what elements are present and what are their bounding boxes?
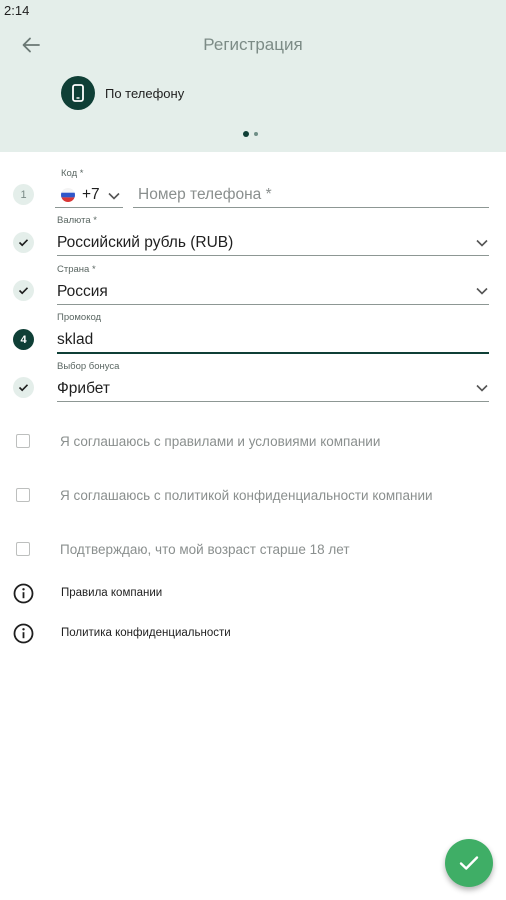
info-icon bbox=[13, 583, 34, 604]
bonus-label: Выбор бонуса bbox=[57, 361, 120, 372]
status-bar-time: 2:14 bbox=[4, 3, 30, 18]
chevron-down-icon bbox=[108, 192, 120, 200]
currency-label: Валюта * bbox=[57, 215, 97, 226]
currency-select[interactable]: Российский рубль (RUB) bbox=[57, 231, 489, 256]
info-icon bbox=[13, 623, 34, 644]
step-indicator-1: 1 bbox=[13, 184, 34, 205]
app-header: 2:14 Регистрация По телефону bbox=[0, 0, 506, 152]
phone-code-value: +7 bbox=[82, 186, 100, 203]
promo-code-value: sklad bbox=[57, 331, 94, 348]
registration-method-phone-button[interactable] bbox=[61, 76, 95, 110]
step-indicator-4: 4 bbox=[13, 329, 34, 350]
promo-label: Промокод bbox=[57, 312, 102, 323]
country-value: Россия bbox=[57, 283, 108, 300]
company-rules-link[interactable]: Правила компании bbox=[61, 587, 162, 599]
agree-privacy-label[interactable]: Я соглашаюсь с политикой конфиденциально… bbox=[60, 488, 433, 503]
smartphone-icon bbox=[72, 84, 84, 102]
check-icon bbox=[18, 384, 29, 392]
age-confirm-label[interactable]: Подтверждаю, что мой возраст старше 18 л… bbox=[60, 542, 350, 557]
agree-privacy-checkbox[interactable] bbox=[16, 488, 30, 502]
page-indicator bbox=[243, 131, 258, 137]
registration-method-label: По телефону bbox=[105, 86, 185, 101]
privacy-policy-link[interactable]: Политика конфиденциальности bbox=[61, 627, 231, 639]
chevron-down-icon bbox=[476, 287, 488, 295]
currency-value: Российский рубль (RUB) bbox=[57, 234, 234, 251]
country-label: Страна * bbox=[57, 264, 96, 275]
page-title: Регистрация bbox=[203, 35, 303, 54]
check-icon bbox=[18, 239, 29, 247]
phone-code-label: Код * bbox=[61, 168, 84, 179]
country-select[interactable]: Россия bbox=[57, 280, 489, 305]
step-check-bonus bbox=[13, 377, 34, 398]
page-dot-active bbox=[243, 131, 249, 137]
bonus-value: Фрибет bbox=[57, 380, 110, 397]
promo-code-input[interactable]: sklad bbox=[57, 328, 489, 354]
chevron-down-icon bbox=[476, 384, 488, 392]
bonus-select[interactable]: Фрибет bbox=[57, 377, 489, 402]
page-dot bbox=[254, 132, 258, 136]
phone-number-placeholder: Номер телефона * bbox=[138, 186, 272, 203]
check-icon bbox=[459, 856, 479, 870]
submit-fab-button[interactable] bbox=[445, 839, 493, 887]
step-check-currency bbox=[13, 232, 34, 253]
phone-number-input[interactable]: Номер телефона * bbox=[133, 184, 489, 208]
phone-code-select[interactable]: +7 bbox=[55, 184, 123, 208]
russia-flag-icon bbox=[61, 188, 75, 202]
step-check-country bbox=[13, 280, 34, 301]
check-icon bbox=[18, 287, 29, 295]
agree-terms-checkbox[interactable] bbox=[16, 434, 30, 448]
agree-terms-label[interactable]: Я соглашаюсь с правилами и условиями ком… bbox=[60, 434, 380, 449]
age-confirm-checkbox[interactable] bbox=[16, 542, 30, 556]
chevron-down-icon bbox=[476, 239, 488, 247]
